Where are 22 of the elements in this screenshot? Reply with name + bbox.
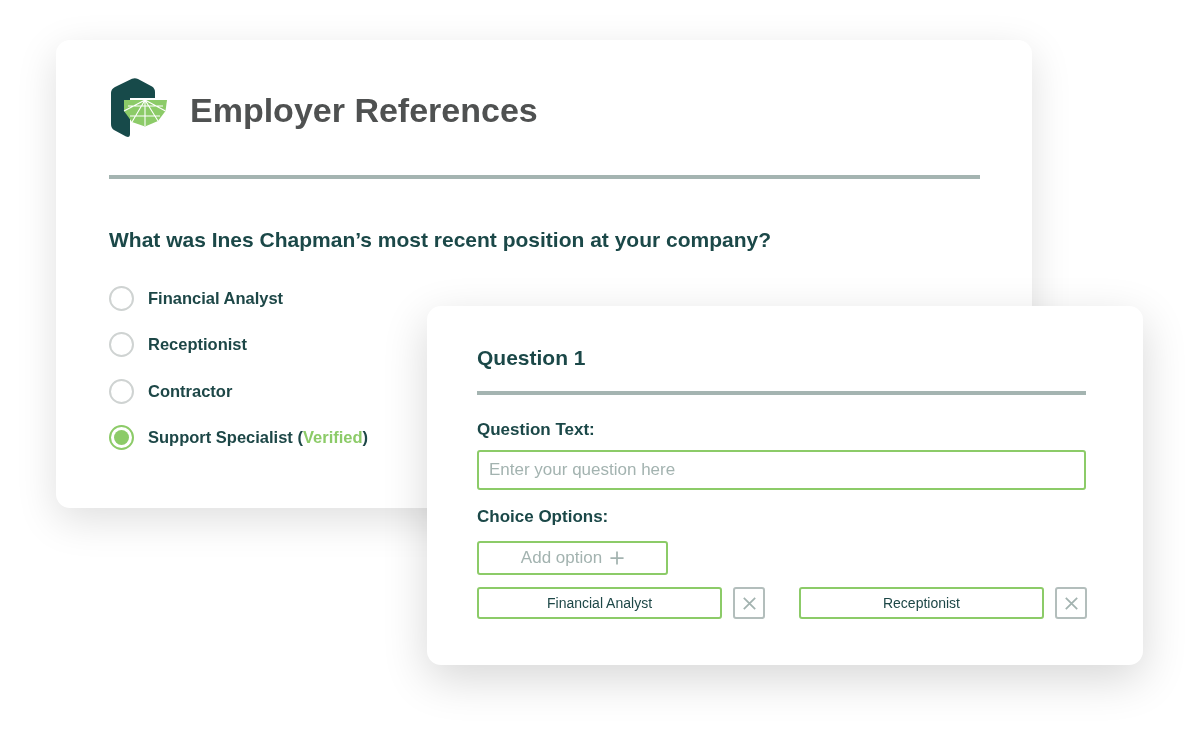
question-text-field[interactable]: Enter your question here [477, 450, 1086, 490]
option-label: Support Specialist (Verified) [148, 428, 369, 447]
question-text: What was Ines Chapman’s most recent position at your company? [109, 227, 772, 253]
option-field[interactable]: Financial Analyst [477, 587, 722, 619]
field-label: Choice Options: [477, 506, 610, 528]
logo [109, 78, 167, 138]
remove-option-button[interactable] [733, 587, 765, 619]
radio-button[interactable] [109, 425, 134, 450]
option-field[interactable]: Receptionist [799, 587, 1044, 619]
page-title: Employer References [190, 90, 538, 130]
editor-title: Question 1 [477, 345, 587, 371]
field-label: Question Text: [477, 419, 596, 441]
radio-button[interactable] [109, 332, 134, 357]
radio-button[interactable] [109, 378, 134, 404]
option-label: Financial Analyst [148, 288, 284, 308]
plus-icon [610, 551, 625, 565]
close-icon [742, 596, 756, 610]
close-icon [1064, 596, 1078, 610]
option-label: Receptionist [148, 335, 248, 354]
remove-option-button[interactable] [1055, 587, 1087, 619]
option-label: Contractor [148, 381, 233, 401]
radio-button[interactable] [109, 285, 134, 311]
